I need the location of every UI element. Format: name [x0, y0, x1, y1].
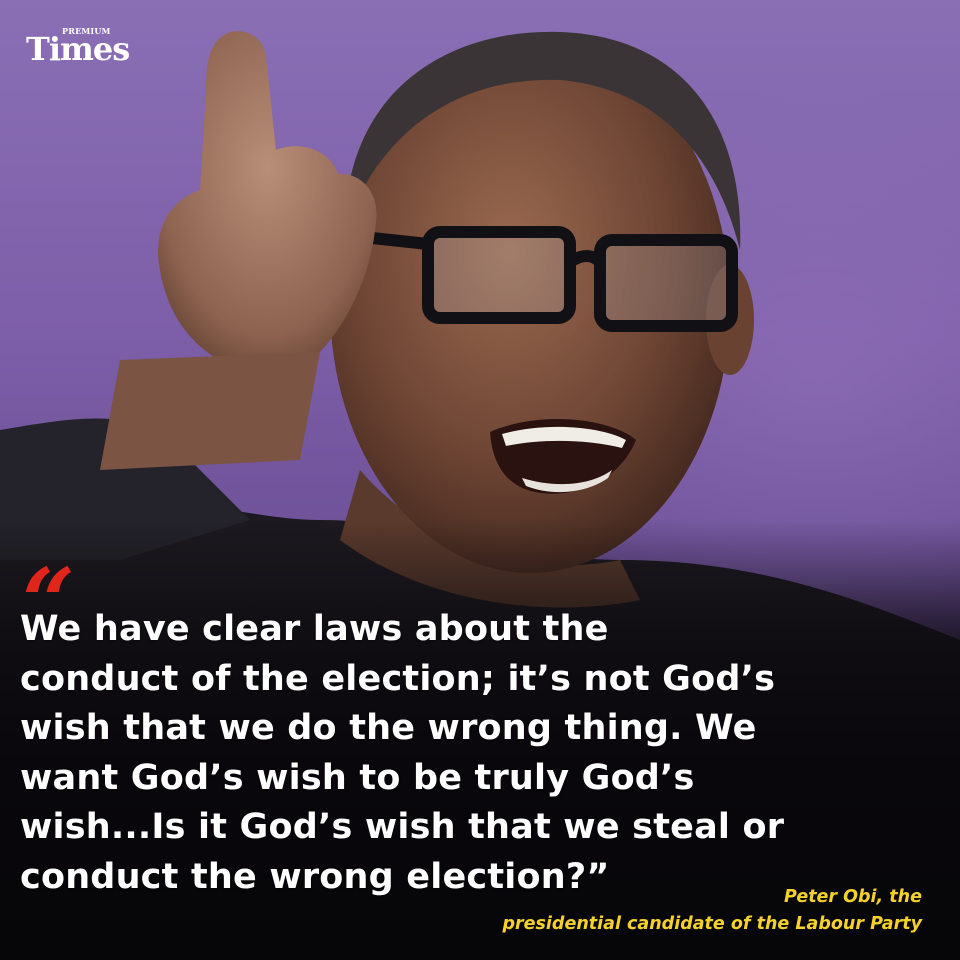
quote-line: wish that we do the wrong thing. We: [20, 708, 757, 748]
attribution-line: Peter Obi, the: [783, 887, 922, 907]
quote-text: We have clear laws about the conduct of …: [20, 605, 940, 902]
quote-line: wish...Is it God’s wish that we steal or: [20, 807, 785, 847]
logo-wordmark: Times: [26, 30, 130, 68]
quote-line: We have clear laws about the: [20, 609, 609, 649]
quote-line: want God’s wish to be truly God’s: [20, 757, 695, 798]
attribution-line: presidential candidate of the Labour Par…: [502, 914, 922, 934]
quote-attribution: Peter Obi, the presidential candidate of…: [502, 884, 922, 938]
premium-times-logo: PREMIUM Times: [26, 22, 156, 70]
quote-card: PREMIUM Times “ We have clear laws about…: [0, 0, 960, 960]
quote-line: conduct of the election; it’s not God’s: [20, 658, 776, 699]
